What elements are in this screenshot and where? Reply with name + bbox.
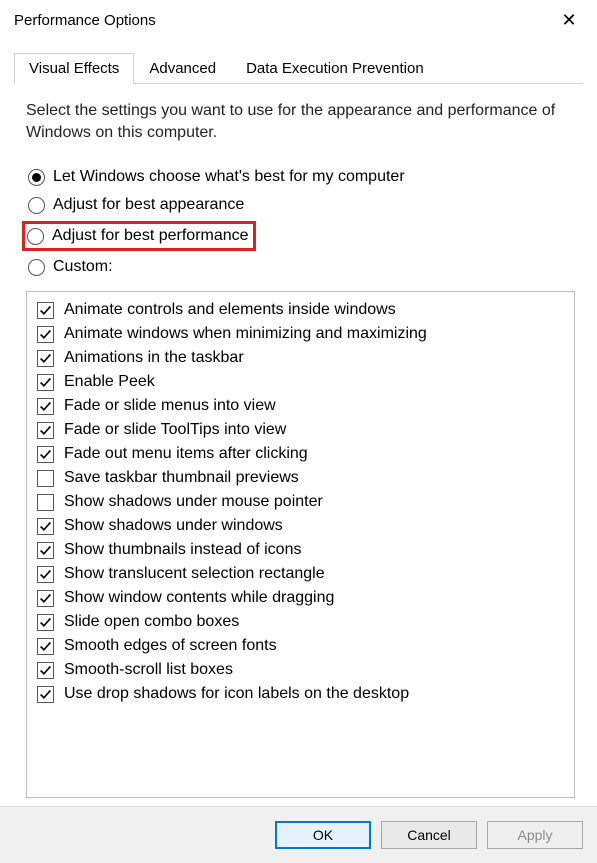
description-text: Select the settings you want to use for … xyxy=(26,100,575,143)
option-row[interactable]: Fade or slide menus into view xyxy=(35,394,566,418)
option-label: Slide open combo boxes xyxy=(64,613,239,631)
radio-label[interactable]: Adjust for best performance xyxy=(52,227,249,245)
cancel-button[interactable]: Cancel xyxy=(381,821,477,849)
option-label: Show translucent selection rectangle xyxy=(64,565,325,583)
checkbox-icon xyxy=(37,494,54,511)
radio-custom[interactable]: Custom: xyxy=(26,253,575,281)
option-row[interactable]: Enable Peek xyxy=(35,370,566,394)
option-row[interactable]: Show window contents while dragging xyxy=(35,586,566,610)
option-row[interactable]: Show thumbnails instead of icons xyxy=(35,538,566,562)
apply-button: Apply xyxy=(487,821,583,849)
dialog-buttons: OK Cancel Apply xyxy=(0,806,597,863)
checkbox-icon xyxy=(37,398,54,415)
checkbox-icon xyxy=(37,374,54,391)
tab-visual-effects[interactable]: Visual Effects xyxy=(14,53,134,84)
option-row[interactable]: Animate windows when minimizing and maxi… xyxy=(35,322,566,346)
checkbox-icon xyxy=(37,302,54,319)
tab-advanced[interactable]: Advanced xyxy=(134,53,231,84)
radio-label: Adjust for best appearance xyxy=(53,196,244,214)
tab-content: Select the settings you want to use for … xyxy=(0,84,597,806)
radio-group: Let Windows choose what's best for my co… xyxy=(26,163,575,281)
option-row[interactable]: Use drop shadows for icon labels on the … xyxy=(35,682,566,706)
option-label: Fade out menu items after clicking xyxy=(64,445,308,463)
option-row[interactable]: Smooth-scroll list boxes xyxy=(35,658,566,682)
custom-options-list[interactable]: Animate controls and elements inside win… xyxy=(26,291,575,798)
checkbox-icon xyxy=(37,470,54,487)
checkbox-icon xyxy=(37,446,54,463)
option-row[interactable]: Animate controls and elements inside win… xyxy=(35,298,566,322)
radio-label: Custom: xyxy=(53,258,113,276)
option-label: Fade or slide menus into view xyxy=(64,397,276,415)
option-label: Fade or slide ToolTips into view xyxy=(64,421,286,439)
close-button[interactable]: ✕ xyxy=(551,5,587,35)
checkbox-icon xyxy=(37,422,54,439)
radio-icon xyxy=(28,197,45,214)
tab-label: Advanced xyxy=(149,60,216,77)
option-row[interactable]: Fade or slide ToolTips into view xyxy=(35,418,566,442)
radio-icon xyxy=(28,169,45,186)
option-label: Use drop shadows for icon labels on the … xyxy=(64,685,409,703)
option-row[interactable]: Slide open combo boxes xyxy=(35,610,566,634)
option-label: Animate windows when minimizing and maxi… xyxy=(64,325,427,343)
checkbox-icon xyxy=(37,350,54,367)
option-label: Smooth edges of screen fonts xyxy=(64,637,277,655)
checkbox-icon xyxy=(37,638,54,655)
option-row[interactable]: Show shadows under windows xyxy=(35,514,566,538)
titlebar: Performance Options ✕ xyxy=(0,0,597,40)
checkbox-icon xyxy=(37,518,54,535)
tab-label: Data Execution Prevention xyxy=(246,60,424,77)
option-row[interactable]: Show translucent selection rectangle xyxy=(35,562,566,586)
radio-best-performance-wrapper: Adjust for best performance xyxy=(26,219,575,253)
radio-icon xyxy=(28,259,45,276)
option-label: Show shadows under mouse pointer xyxy=(64,493,323,511)
close-icon: ✕ xyxy=(561,10,576,31)
option-row[interactable]: Animations in the taskbar xyxy=(35,346,566,370)
option-label: Animations in the taskbar xyxy=(64,349,244,367)
checkbox-icon xyxy=(37,326,54,343)
option-row[interactable]: Fade out menu items after clicking xyxy=(35,442,566,466)
button-label: Apply xyxy=(517,827,552,843)
checkbox-icon xyxy=(37,614,54,631)
option-label: Show thumbnails instead of icons xyxy=(64,541,301,559)
option-label: Enable Peek xyxy=(64,373,155,391)
checkbox-icon xyxy=(37,686,54,703)
tab-label: Visual Effects xyxy=(29,60,119,77)
option-label: Animate controls and elements inside win… xyxy=(64,301,396,319)
radio-label: Let Windows choose what's best for my co… xyxy=(53,168,405,186)
tab-dep[interactable]: Data Execution Prevention xyxy=(231,53,439,84)
checkbox-icon xyxy=(37,662,54,679)
option-row[interactable]: Save taskbar thumbnail previews xyxy=(35,466,566,490)
radio-icon[interactable] xyxy=(27,228,44,245)
checkbox-icon xyxy=(37,590,54,607)
button-label: Cancel xyxy=(407,827,451,843)
tab-row: Visual Effects Advanced Data Execution P… xyxy=(14,52,583,84)
option-label: Show window contents while dragging xyxy=(64,589,334,607)
option-label: Save taskbar thumbnail previews xyxy=(64,469,299,487)
option-label: Smooth-scroll list boxes xyxy=(64,661,233,679)
ok-button[interactable]: OK xyxy=(275,821,371,849)
checkbox-icon xyxy=(37,542,54,559)
option-row[interactable]: Show shadows under mouse pointer xyxy=(35,490,566,514)
radio-let-windows-choose[interactable]: Let Windows choose what's best for my co… xyxy=(26,163,575,191)
performance-options-window: Performance Options ✕ Visual Effects Adv… xyxy=(0,0,597,863)
radio-best-appearance[interactable]: Adjust for best appearance xyxy=(26,191,575,219)
window-title: Performance Options xyxy=(14,12,156,29)
highlight-box: Adjust for best performance xyxy=(22,221,256,251)
option-label: Show shadows under windows xyxy=(64,517,283,535)
option-row[interactable]: Smooth edges of screen fonts xyxy=(35,634,566,658)
checkbox-icon xyxy=(37,566,54,583)
button-label: OK xyxy=(313,827,333,843)
